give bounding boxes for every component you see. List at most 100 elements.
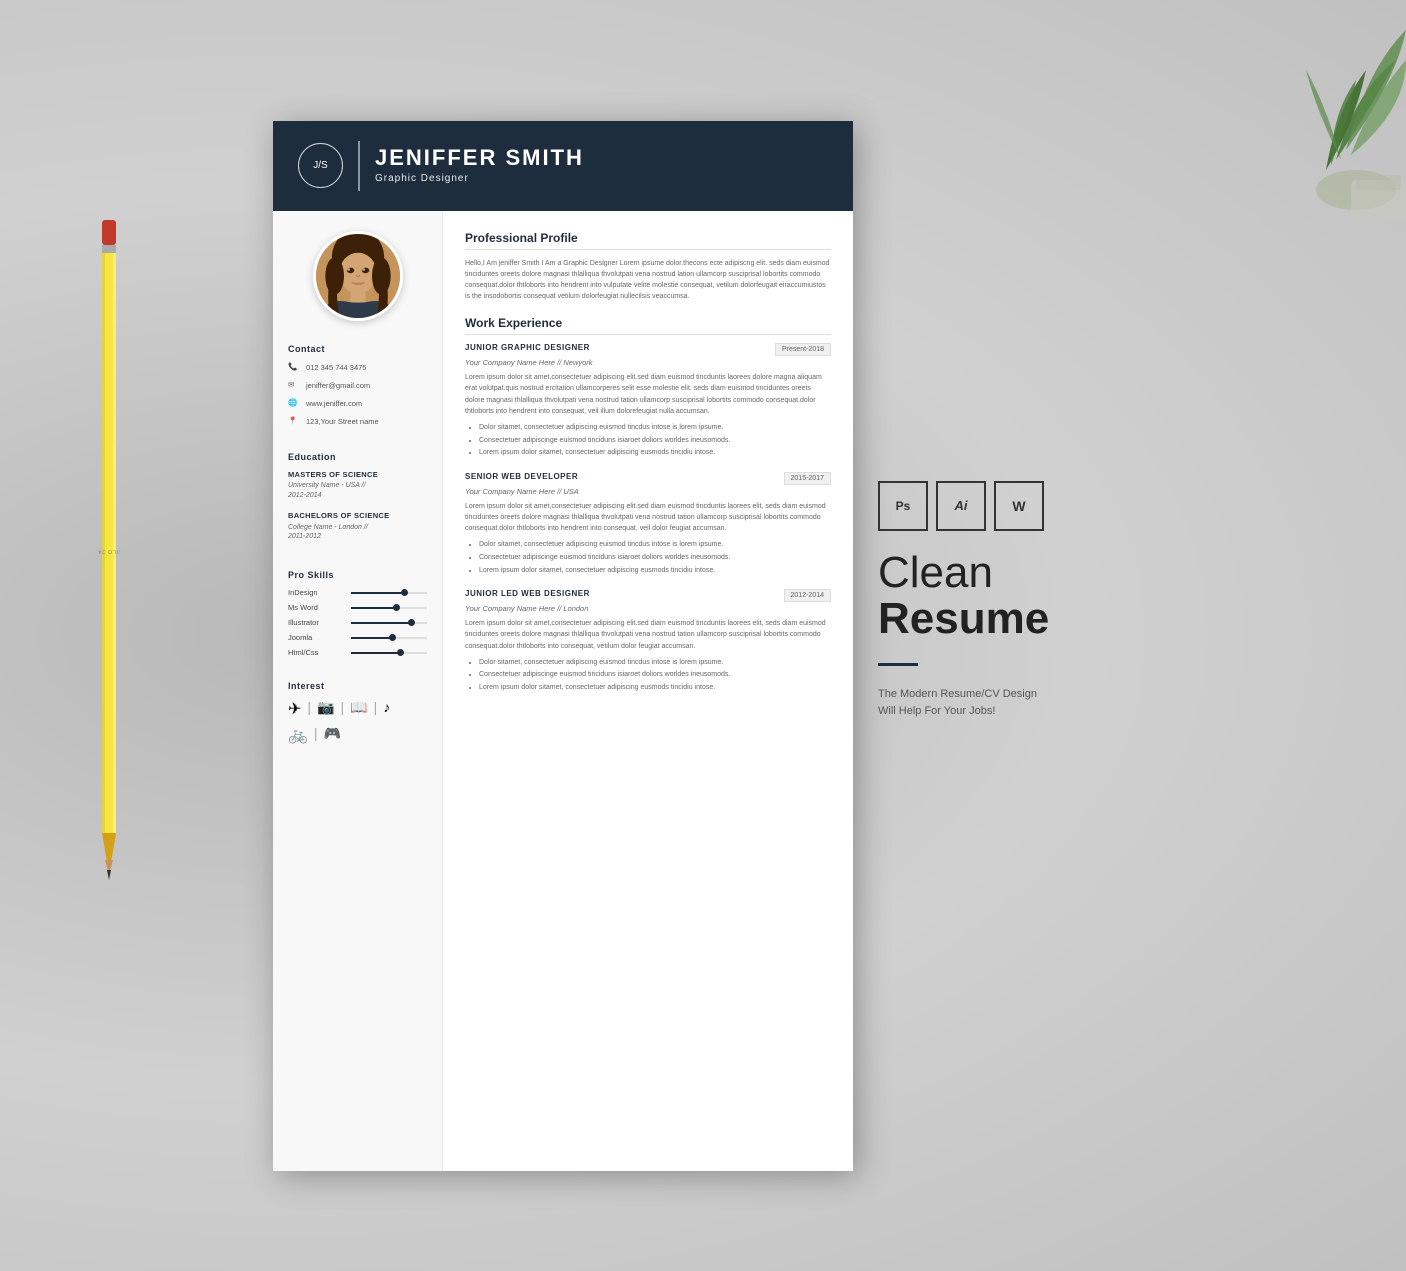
bullet-2-3: Lorem ipsum dolor sitamet, consectetuer … — [479, 565, 831, 578]
profile-photo — [313, 231, 403, 321]
job-entry-1: JUNIOR GRAPHIC DESIGNER Present-2018 You… — [465, 343, 831, 460]
education-section: Education MASTERS OF SCIENCE University … — [288, 452, 427, 553]
promo-subtitle: The Modern Resume/CV Design Will Help Fo… — [878, 686, 1048, 721]
interest-title: Interest — [288, 681, 427, 691]
skill-bar-2 — [351, 607, 427, 609]
skill-dot-2 — [393, 604, 400, 611]
website-url: www.jeniffer.com — [306, 399, 362, 408]
bullet-3-1: Dolor sitamet, consectetuer adipiscing e… — [479, 657, 831, 670]
svg-text:STABILO 242 4K: STABILO 242 4K — [98, 548, 120, 554]
skill-fill-5 — [351, 652, 400, 654]
edu-entry-2: BACHELORS OF SCIENCE College Name - Lond… — [288, 511, 427, 542]
promo-panel: Ps Ai W Clean Resume The Modern Resume/C… — [853, 121, 1073, 1171]
experience-section-title: Work Experience — [465, 316, 831, 335]
skill-item-1: InDesign — [288, 588, 427, 597]
interest-camera: 📷 — [317, 699, 334, 719]
skill-item-5: Html/Css — [288, 648, 427, 657]
skill-dot-4 — [389, 634, 396, 641]
job-title-3: JUNIOR LED WEB DESIGNER — [465, 589, 590, 598]
skill-bar-1 — [351, 592, 427, 594]
skill-item-4: Joomla — [288, 633, 427, 642]
interest-game: 🎮 — [324, 725, 341, 745]
interest-bike: 🚲 — [288, 725, 308, 745]
skill-name-5: Html/Css — [288, 648, 343, 657]
edu-degree-1: MASTERS OF SCIENCE — [288, 470, 427, 480]
job-header-3: JUNIOR LED WEB DESIGNER 2012-2014 — [465, 589, 831, 602]
job-bullets-1: Dolor sitamet, consectetuer adipiscing e… — [465, 422, 831, 460]
header-divider — [358, 141, 360, 191]
skill-name-3: Illustrator — [288, 618, 343, 627]
software-badges: Ps Ai W — [878, 481, 1048, 531]
job-entry-2: SENIOR WEB DEVELOPER 2015-2017 Your Comp… — [465, 472, 831, 577]
resume-document: J/S JENIFFER SMITH Graphic Designer — [273, 121, 853, 1171]
experience-section: Work Experience JUNIOR GRAPHIC DESIGNER … — [465, 316, 831, 706]
job-header-2: SENIOR WEB DEVELOPER 2015-2017 — [465, 472, 831, 485]
bullet-3-2: Consectetuer adipiscinge euismod tincidu… — [479, 669, 831, 682]
email-address: jeniffer@gmail.com — [306, 381, 370, 390]
skills-section: Pro Skills InDesign Ms Word — [288, 570, 427, 663]
interest-book: 📖 — [350, 699, 367, 719]
bullet-2-1: Dolor sitamet, consectetuer adipiscing e… — [479, 539, 831, 552]
bullet-2-2: Consectetuer adipiscinge euismod tincidu… — [479, 552, 831, 565]
edu-detail-2: College Name - London //2011-2012 — [288, 523, 427, 543]
photo-area — [288, 231, 427, 321]
skill-dot-5 — [397, 649, 404, 656]
interest-sep4: | — [314, 725, 318, 745]
resume-wrapper: J/S JENIFFER SMITH Graphic Designer — [273, 121, 1073, 1171]
skill-dot-1 — [401, 589, 408, 596]
promo-title-light: Clean — [878, 551, 1048, 595]
monogram-text: J/S — [313, 160, 327, 171]
interest-plane: ✈ — [288, 699, 301, 719]
contact-title: Contact — [288, 344, 427, 354]
bullet-3-3: Lorem ipsum dolor sitamet, consectetuer … — [479, 682, 831, 695]
job-header-1: JUNIOR GRAPHIC DESIGNER Present-2018 — [465, 343, 831, 356]
skills-title: Pro Skills — [288, 570, 427, 580]
skill-fill-2 — [351, 607, 397, 609]
plant-decoration — [1156, 0, 1406, 220]
candidate-name: JENIFFER SMITH — [375, 147, 584, 169]
skill-item-2: Ms Word — [288, 603, 427, 612]
resume-body: Contact 📞 012 345 744 3475 ✉ jeniffer@gm… — [273, 211, 853, 1171]
address-text: 123,Your Street name — [306, 417, 379, 426]
location-icon: 📍 — [288, 416, 300, 428]
address-item: 📍 123,Your Street name — [288, 416, 427, 428]
job-entry-3: JUNIOR LED WEB DESIGNER 2012-2014 Your C… — [465, 589, 831, 694]
skill-bar-4 — [351, 637, 427, 639]
skill-fill-4 — [351, 637, 393, 639]
job-company-1: Your Company Name Here // Newyork — [465, 358, 831, 367]
bullet-1-1: Dolor sitamet, consectetuer adipiscing e… — [479, 422, 831, 435]
promo-divider — [878, 663, 918, 666]
email-icon: ✉ — [288, 380, 300, 392]
ai-label: Ai — [955, 498, 968, 513]
job-desc-1: Lorem ipsum dolor sit amet,consectetuer … — [465, 372, 831, 417]
edu-degree-2: BACHELORS OF SCIENCE — [288, 511, 427, 521]
candidate-title: Graphic Designer — [375, 173, 584, 184]
word-badge: W — [994, 481, 1044, 531]
skill-dot-3 — [408, 619, 415, 626]
phone-item: 📞 012 345 744 3475 — [288, 362, 427, 374]
interest-section: Interest ✈ | 📷 | 📖 | ♪ 🚲 | 🎮 — [288, 681, 427, 745]
main-content: Professional Profile Hello,I Am jeniffer… — [443, 211, 853, 1171]
illustrator-badge: Ai — [936, 481, 986, 531]
phone-number: 012 345 744 3475 — [306, 363, 366, 372]
interest-sep3: | — [374, 699, 378, 719]
interest-sep1: | — [307, 699, 311, 719]
skill-name-1: InDesign — [288, 588, 343, 597]
job-desc-2: Lorem ipsum dolor sit amet,consectetuer … — [465, 501, 831, 535]
edu-detail-1: University Name - USA //2012-2014 — [288, 481, 427, 501]
skill-bar-3 — [351, 622, 427, 624]
resume-sidebar: Contact 📞 012 345 744 3475 ✉ jeniffer@gm… — [273, 211, 443, 1171]
header-text-block: JENIFFER SMITH Graphic Designer — [375, 147, 584, 184]
job-desc-3: Lorem ipsum dolor sit amet,consectetuer … — [465, 618, 831, 652]
pencil-decoration: STABILO 242 4K — [98, 220, 120, 900]
skill-fill-3 — [351, 622, 412, 624]
skill-name-2: Ms Word — [288, 603, 343, 612]
promo-title-block: Clean Resume — [878, 551, 1048, 643]
website-item: 🌐 www.jeniffer.com — [288, 398, 427, 410]
monogram: J/S — [298, 143, 343, 188]
ps-label: Ps — [896, 499, 911, 513]
interest-icons: ✈ | 📷 | 📖 | ♪ — [288, 699, 427, 719]
interest-sep2: | — [340, 699, 344, 719]
job-date-1: Present-2018 — [775, 343, 831, 356]
education-title: Education — [288, 452, 427, 462]
